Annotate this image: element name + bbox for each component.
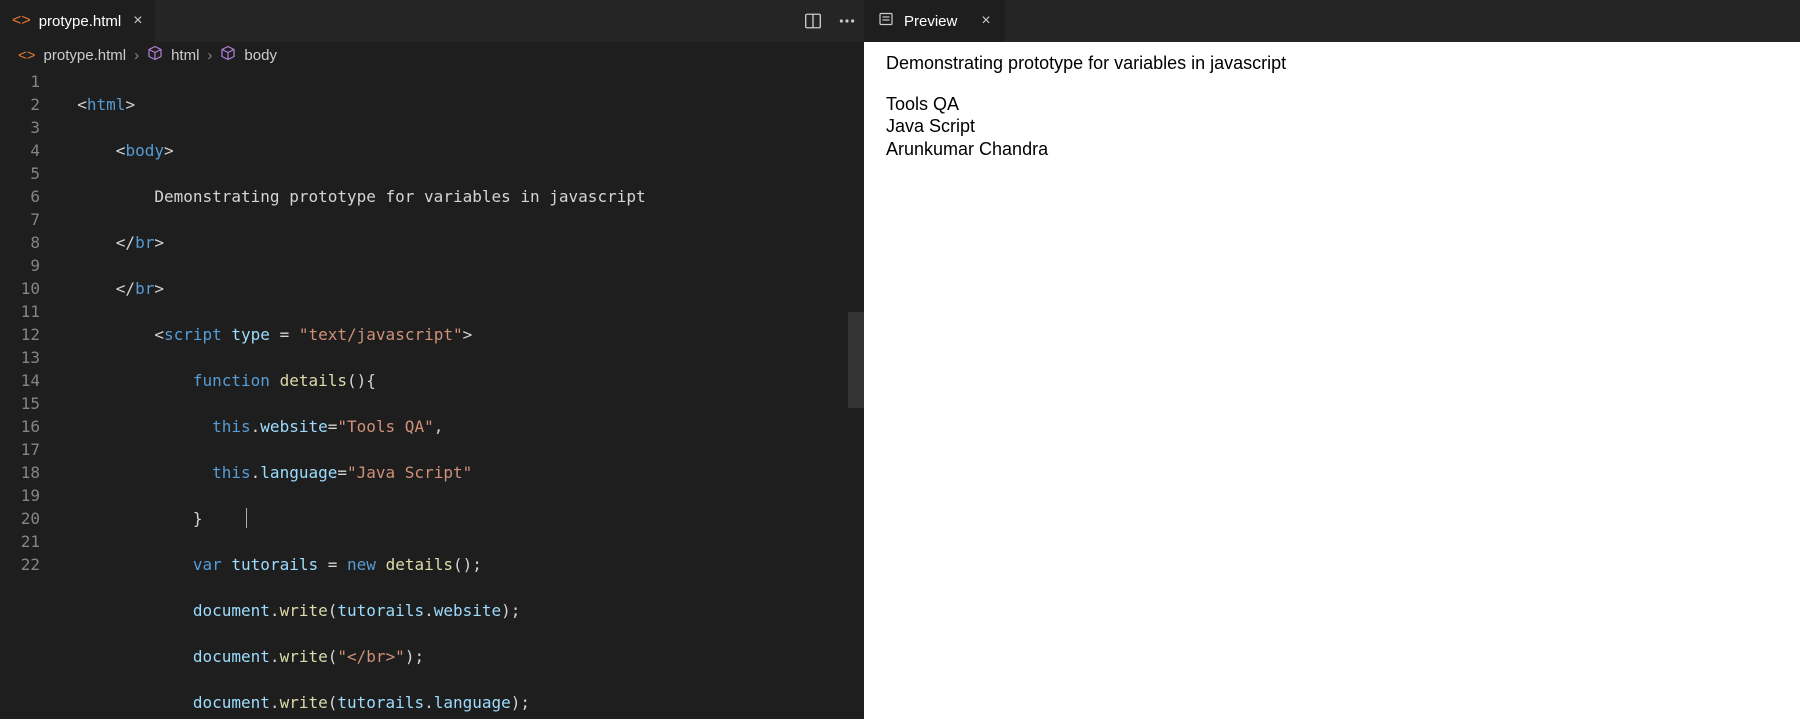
code-line: document.write(tutorails.website); [58, 599, 864, 622]
code-line: document.write(tutorails.language); [58, 691, 864, 714]
code-line: } [58, 507, 864, 530]
breadcrumb-item-body[interactable]: body [244, 47, 277, 64]
preview-content: Demonstrating prototype for variables in… [864, 42, 1800, 719]
preview-tab-bar: Preview × [864, 0, 1800, 42]
tab-filename: protype.html [39, 13, 122, 30]
code-line: document.write("</br>"); [58, 645, 864, 668]
preview-line: Arunkumar Chandra [886, 138, 1778, 161]
breadcrumb-item-html[interactable]: html [171, 47, 199, 64]
breadcrumb[interactable]: <> protype.html › html › body [0, 42, 864, 68]
code-line: this.website="Tools QA", [58, 415, 864, 438]
html-file-icon: <> [18, 47, 36, 64]
preview-icon [878, 11, 894, 31]
code-area[interactable]: <html> <body> Demonstrating prototype fo… [58, 68, 864, 719]
split-editor-icon[interactable] [804, 12, 822, 30]
code-line: function details(){ [58, 369, 864, 392]
close-icon[interactable]: × [981, 12, 990, 30]
code-line: <body> [58, 139, 864, 162]
preview-line: Demonstrating prototype for variables in… [886, 52, 1778, 75]
text-cursor [246, 508, 247, 528]
preview-tab-label: Preview [904, 13, 957, 30]
preview-pane: Preview × Demonstrating prototype for va… [864, 0, 1800, 719]
line-number-gutter: 1234 5678 9101112 13141516 17181920 2122 [0, 68, 58, 719]
code-line: <script type = "text/javascript"> [58, 323, 864, 346]
code-line: this.language="Java Script" [58, 461, 864, 484]
chevron-right-icon: › [207, 47, 212, 64]
code-line: var tutorails = new details(); [58, 553, 864, 576]
minimap-slider[interactable] [848, 312, 864, 408]
preview-tab[interactable]: Preview × [864, 0, 1005, 42]
preview-line: Tools QA [886, 93, 1778, 116]
editor-tab-active[interactable]: <> protype.html × [0, 0, 156, 42]
more-actions-icon[interactable] [838, 12, 856, 30]
minimap[interactable] [848, 68, 864, 719]
preview-line: Java Script [886, 115, 1778, 138]
cube-icon [147, 45, 163, 65]
code-line: <html> [58, 93, 864, 116]
cube-icon [220, 45, 236, 65]
close-icon[interactable]: × [133, 12, 142, 30]
breadcrumb-item-file[interactable]: protype.html [44, 47, 127, 64]
code-line: </br> [58, 277, 864, 300]
editor-pane: <> protype.html × <> protype.html › [0, 0, 864, 719]
code-line: </br> [58, 231, 864, 254]
editor-body[interactable]: 1234 5678 9101112 13141516 17181920 2122… [0, 68, 864, 719]
html-file-icon: <> [12, 12, 31, 30]
code-line: Demonstrating prototype for variables in… [58, 185, 864, 208]
editor-tab-actions [804, 12, 856, 30]
editor-tab-bar: <> protype.html × [0, 0, 864, 42]
chevron-right-icon: › [134, 47, 139, 64]
